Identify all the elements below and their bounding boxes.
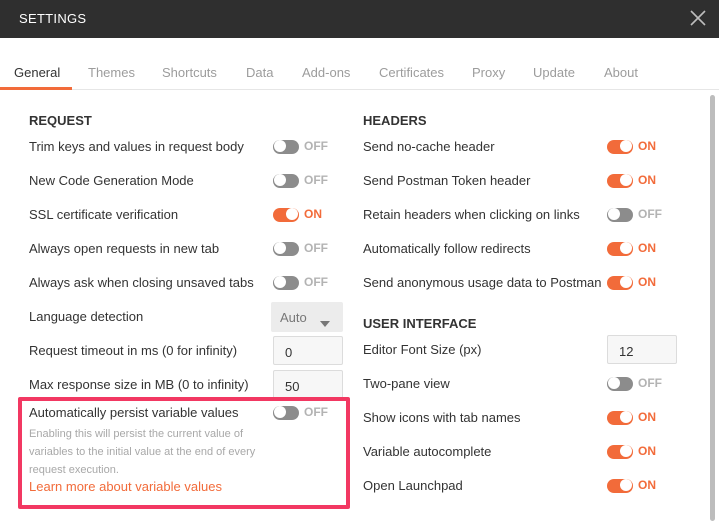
toggle-knob (286, 208, 298, 220)
new-tab-toggle[interactable]: OFF (273, 241, 333, 257)
language-detection-label: Language detection (29, 309, 144, 324)
retain-headers-label: Retain headers when clicking on links (363, 207, 580, 222)
toggle-state: OFF (304, 405, 328, 419)
follow-redirects-toggle[interactable]: ON (607, 241, 667, 257)
persist-variables-label: Automatically persist variable values (29, 405, 239, 420)
usage-data-toggle[interactable]: ON (607, 275, 667, 291)
toggle-state: ON (638, 241, 656, 255)
toggle-state: ON (638, 444, 656, 458)
tab-proxy[interactable]: Proxy (472, 65, 505, 80)
toggle-state: ON (638, 139, 656, 153)
autocomplete-label: Variable autocomplete (363, 444, 492, 459)
chevron-down-icon (320, 314, 330, 332)
ssl-label: SSL certificate verification (29, 207, 179, 222)
toggle-knob (274, 174, 286, 186)
toggle-state: OFF (638, 207, 662, 221)
variable-values-link[interactable]: Learn more about variable values (29, 479, 222, 494)
tab-themes[interactable]: Themes (88, 65, 135, 80)
close-icon[interactable] (688, 8, 708, 28)
retain-headers-toggle[interactable]: OFF (607, 207, 667, 223)
usage-data-label: Send anonymous usage data to Postman (363, 275, 602, 290)
autocomplete-toggle[interactable]: ON (607, 444, 667, 460)
toggle-knob (620, 140, 632, 152)
toggle-state: ON (638, 478, 656, 492)
toggle-knob (274, 276, 286, 288)
toggle-knob (274, 406, 286, 418)
toggle-knob (608, 208, 620, 220)
toggle-state: OFF (638, 376, 662, 390)
toggle-state: OFF (304, 139, 328, 153)
toggle-knob (620, 276, 632, 288)
toggle-knob (620, 242, 632, 254)
tab-icons-toggle[interactable]: ON (607, 410, 667, 426)
toggle-knob (620, 445, 632, 457)
scrollbar[interactable] (710, 95, 715, 521)
timeout-input[interactable]: 0 (273, 336, 343, 365)
toggle-knob (274, 140, 286, 152)
toggle-state: ON (638, 275, 656, 289)
toggle-state: ON (638, 173, 656, 187)
window-title: SETTINGS (19, 11, 87, 26)
two-pane-toggle[interactable]: OFF (607, 376, 667, 392)
font-size-label: Editor Font Size (px) (363, 342, 482, 357)
max-size-label: Max response size in MB (0 to infinity) (29, 377, 249, 392)
max-size-input[interactable]: 50 (273, 370, 343, 399)
tab-general[interactable]: General (14, 65, 60, 80)
follow-redirects-label: Automatically follow redirects (363, 241, 531, 256)
persist-variables-toggle[interactable]: OFF (273, 405, 333, 421)
toggle-state: ON (638, 410, 656, 424)
toggle-state: ON (304, 207, 322, 221)
new-tab-label: Always open requests in new tab (29, 241, 220, 256)
user-interface-heading: USER INTERFACE (363, 316, 477, 331)
toggle-state: OFF (304, 173, 328, 187)
ask-closing-toggle[interactable]: OFF (273, 275, 333, 291)
toggle-knob (620, 411, 632, 423)
toggle-state: OFF (304, 241, 328, 255)
code-gen-toggle[interactable]: OFF (273, 173, 333, 189)
tab-update[interactable]: Update (533, 65, 575, 80)
no-cache-toggle[interactable]: ON (607, 139, 667, 155)
postman-token-toggle[interactable]: ON (607, 173, 667, 189)
tab-about[interactable]: About (604, 65, 638, 80)
tab-add-ons[interactable]: Add-ons (302, 65, 350, 80)
language-detection-select[interactable]: Auto (271, 302, 343, 332)
toggle-knob (274, 242, 286, 254)
launchpad-toggle[interactable]: ON (607, 478, 667, 494)
font-size-input[interactable]: 12 (607, 335, 677, 364)
trim-keys-toggle[interactable]: OFF (273, 139, 333, 155)
launchpad-label: Open Launchpad (363, 478, 463, 493)
no-cache-label: Send no-cache header (363, 139, 495, 154)
headers-heading: HEADERS (363, 113, 427, 128)
tab-icons-label: Show icons with tab names (363, 410, 521, 425)
request-heading: REQUEST (29, 113, 92, 128)
timeout-label: Request timeout in ms (0 for infinity) (29, 343, 238, 358)
settings-tabs: General Themes Shortcuts Data Add-ons Ce… (0, 38, 719, 90)
code-gen-label: New Code Generation Mode (29, 173, 194, 188)
tab-shortcuts[interactable]: Shortcuts (162, 65, 217, 80)
trim-keys-label: Trim keys and values in request body (29, 139, 244, 154)
title-bar: SETTINGS (0, 0, 719, 38)
ask-closing-label: Always ask when closing unsaved tabs (29, 275, 254, 290)
tab-data[interactable]: Data (246, 65, 273, 80)
toggle-knob (620, 479, 632, 491)
toggle-state: OFF (304, 275, 328, 289)
language-detection-value: Auto (280, 310, 307, 325)
two-pane-label: Two-pane view (363, 376, 450, 391)
postman-token-label: Send Postman Token header (363, 173, 531, 188)
active-tab-indicator (0, 87, 72, 90)
toggle-knob (608, 377, 620, 389)
ssl-toggle[interactable]: ON (273, 207, 333, 223)
persist-variables-description: Enabling this will persist the current v… (29, 428, 256, 476)
toggle-knob (620, 174, 632, 186)
tab-certificates[interactable]: Certificates (379, 65, 444, 80)
